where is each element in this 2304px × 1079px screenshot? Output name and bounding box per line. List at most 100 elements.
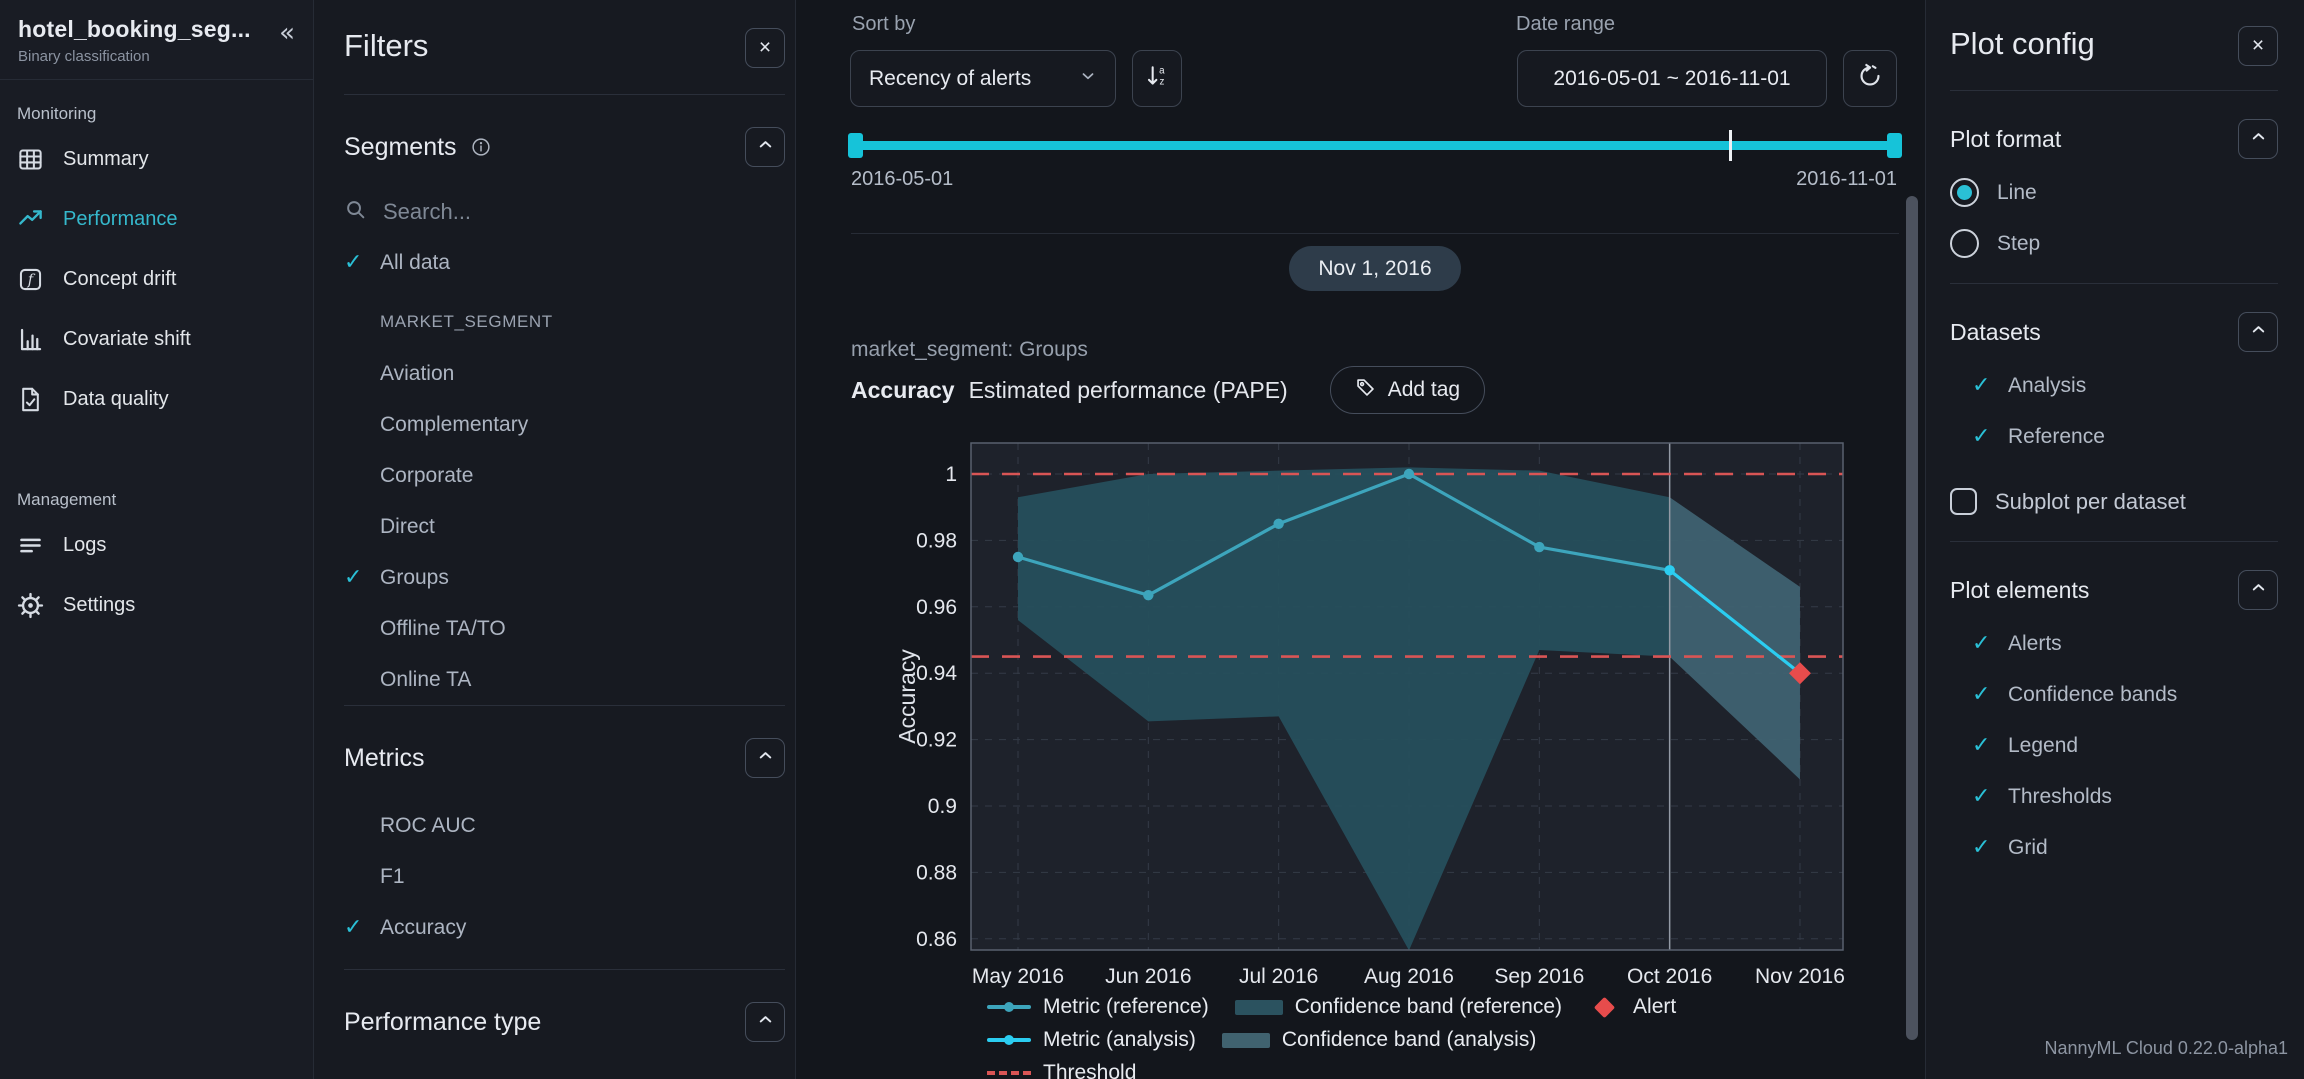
option-label: Complementary [380,413,528,437]
table-icon [17,146,44,173]
close-plot-config-button[interactable]: × [2238,26,2278,66]
plot-element-option-alerts[interactable]: ✓Alerts [1926,618,2304,669]
slider-handle-start[interactable] [848,133,863,158]
option-label: Corporate [380,464,473,488]
sidebar-item-performance[interactable]: Performance [0,194,313,244]
reset-date-range-button[interactable] [1843,50,1897,107]
check-icon: ✓ [1972,631,2008,656]
segment-option-aviation[interactable]: Aviation [314,348,795,399]
divider [851,233,1899,234]
collapse-segments-button[interactable] [745,127,785,167]
dataset-option-analysis[interactable]: ✓Analysis [1926,360,2304,411]
performance-chart[interactable]: 10.980.960.940.920.90.880.86May 2016Jun … [851,430,1901,990]
slider-end-label: 2016-11-01 [1796,168,1897,191]
subplot-per-dataset-toggle[interactable]: Subplot per dataset [1926,476,2304,527]
metrics-list: ROC AUC F1 ✓Accuracy [314,800,795,953]
chart-metric-name: Accuracy [851,377,955,403]
metrics-section-title: Metrics [344,744,425,773]
sidebar-item-data-quality[interactable]: Data quality [0,374,313,424]
collapse-datasets-button[interactable] [2238,312,2278,352]
option-label: Aviation [380,362,454,386]
sidebar-item-logs[interactable]: Logs [0,520,313,570]
chevron-up-icon [2249,320,2268,345]
segments-search-input[interactable] [383,199,765,225]
legend-alert-swatch [1594,996,1615,1017]
option-label: Groups [380,566,449,590]
option-label: Confidence bands [2008,683,2177,707]
sidebar-item-concept-drift[interactable]: f Concept drift [0,254,313,304]
trend-up-icon [17,206,44,233]
sidebar-item-label: Performance [63,208,178,231]
collapse-plot-format-button[interactable] [2238,119,2278,159]
date-range-slider[interactable] [851,141,1899,150]
gear-icon [17,592,44,619]
main-content: Sort by Date range Recency of alerts az … [796,0,1925,1079]
plot-element-option-grid[interactable]: ✓Grid [1926,822,2304,873]
segment-option-offline-ta-to[interactable]: Offline TA/TO [314,603,795,654]
collapse-performance-type-button[interactable] [745,1002,785,1042]
sidebar-item-summary[interactable]: Summary [0,134,313,184]
collapse-metrics-button[interactable] [745,738,785,778]
slider-analysis-marker [1729,130,1732,161]
metric-option-roc-auc[interactable]: ROC AUC [314,800,795,851]
sidebar-item-label: Concept drift [63,268,176,291]
collapse-sidebar-icon[interactable]: « [279,20,295,46]
segments-list: ✓All dataMARKET_SEGMENTAviationComplemen… [314,237,795,705]
sort-by-dropdown[interactable]: Recency of alerts [850,50,1116,107]
option-label: F1 [380,865,405,889]
option-label: Step [1997,232,2040,256]
chart-title-rest: Estimated performance (PAPE) [969,377,1288,403]
segment-option-groups[interactable]: ✓Groups [314,552,795,603]
segments-section-title: Segments [344,133,457,162]
svg-text:Aug 2016: Aug 2016 [1364,965,1454,988]
vertical-scrollbar[interactable] [1906,196,1918,1040]
search-icon [344,198,367,226]
plot-element-option-thresholds[interactable]: ✓Thresholds [1926,771,2304,822]
plot-format-option-step[interactable]: Step [1926,218,2304,269]
plot-element-option-confidence-bands[interactable]: ✓Confidence bands [1926,669,2304,720]
sidebar-item-covariate-shift[interactable]: Covariate shift [0,314,313,364]
option-label: Accuracy [380,916,466,940]
plot-elements-options: ✓Alerts✓Confidence bands✓Legend✓Threshol… [1926,618,2304,873]
close-filters-button[interactable]: × [745,28,785,68]
segment-option-all-data[interactable]: ✓All data [314,237,795,288]
svg-text:f: f [27,271,36,288]
dataset-option-reference[interactable]: ✓Reference [1926,411,2304,462]
check-icon: ✓ [344,250,380,275]
svg-text:Nov 2016: Nov 2016 [1755,965,1845,988]
svg-text:z: z [1159,77,1164,88]
metric-option-f1[interactable]: F1 [314,851,795,902]
segments-search [314,187,795,237]
segment-option-online-ta[interactable]: Online TA [314,654,795,705]
option-label: All data [380,251,450,275]
sort-direction-button[interactable]: az [1132,50,1182,107]
check-icon: ✓ [1972,682,2008,707]
chevron-up-icon [2249,127,2268,152]
metric-option-accuracy[interactable]: ✓Accuracy [314,902,795,953]
svg-text:Jun 2016: Jun 2016 [1105,965,1191,988]
legend-band-swatch [1235,1000,1283,1015]
legend-row: Metric (analysis)Confidence band (analys… [987,1025,1676,1055]
segment-option-complementary[interactable]: Complementary [314,399,795,450]
datasets-section-title: Datasets [1950,319,2041,346]
plot-format-option-line[interactable]: Line [1926,167,2304,218]
tag-icon [1355,377,1376,404]
option-label: Line [1997,181,2037,205]
legend-threshold-swatch [987,1071,1031,1075]
sort-az-icon: az [1144,63,1170,94]
legend-label: Threshold [1043,1061,1136,1079]
legend-item-metric-analysis: Metric (analysis) [987,1028,1196,1052]
legend-label: Confidence band (reference) [1295,995,1562,1019]
collapse-plot-elements-button[interactable] [2238,570,2278,610]
slider-handle-end[interactable] [1887,133,1902,158]
svg-text:1: 1 [945,463,957,486]
segment-option-direct[interactable]: Direct [314,501,795,552]
plot-element-option-legend[interactable]: ✓Legend [1926,720,2304,771]
add-tag-button[interactable]: Add tag [1330,366,1485,414]
option-label: Alerts [2008,632,2062,656]
segment-option-corporate[interactable]: Corporate [314,450,795,501]
svg-text:0.96: 0.96 [916,596,957,619]
date-range-input[interactable] [1518,67,1826,91]
sidebar-item-settings[interactable]: Settings [0,580,313,630]
sidebar-nav: MonitoringSummaryPerformancefConcept dri… [0,104,313,630]
